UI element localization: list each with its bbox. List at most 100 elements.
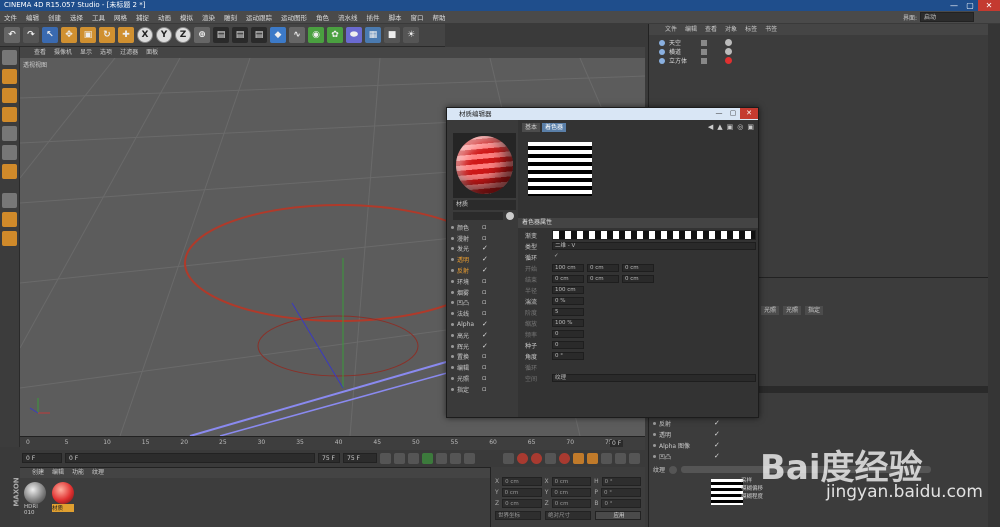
camera-icon[interactable]: ■ — [384, 27, 400, 43]
gradient-editor[interactable] — [552, 230, 756, 240]
rotate-icon[interactable]: ↻ — [99, 27, 115, 43]
channel-checkbox[interactable]: ▫ — [482, 310, 489, 317]
floor-icon[interactable]: ▦ — [365, 27, 381, 43]
prop-value-field[interactable]: 0 — [552, 330, 584, 338]
menu-item-18[interactable]: 帮助 — [433, 12, 446, 22]
menu-item-6[interactable]: 捕捉 — [136, 12, 149, 22]
close-button[interactable]: ✕ — [978, 0, 1000, 11]
prev-key-icon[interactable] — [394, 452, 405, 464]
object-menu-item-0[interactable]: 文件 — [665, 24, 677, 35]
viewport-menu-item-0[interactable]: 查看 — [34, 47, 46, 58]
material-tag-icon[interactable] — [725, 39, 732, 46]
nurbs-icon[interactable]: ◉ — [308, 27, 324, 43]
edges-mode-icon[interactable] — [2, 145, 17, 160]
go-to-end-icon[interactable] — [464, 452, 475, 464]
channel-checkbox[interactable]: ▫ — [482, 223, 489, 231]
record-scale-icon[interactable] — [587, 452, 598, 464]
channel-checkbox[interactable]: ▫ — [482, 288, 489, 296]
channel-item[interactable]: 烟雾 ▫ — [451, 287, 517, 298]
light-icon[interactable]: ☀ — [403, 27, 419, 43]
back-arrow-icon[interactable]: ◀ — [708, 123, 713, 131]
menu-item-13[interactable]: 角色 — [316, 12, 329, 22]
attr-row-checkbox[interactable]: ✓ — [714, 442, 721, 449]
current-frame-field[interactable]: 0 F — [65, 453, 315, 463]
material-menu-item-2[interactable]: 功能 — [72, 468, 84, 478]
timeline-window-icon[interactable] — [629, 452, 640, 464]
maximize-button[interactable]: ▢ — [962, 0, 978, 11]
minimize-button[interactable]: — — [946, 0, 962, 11]
rotation-field[interactable]: 0 ° — [601, 499, 642, 508]
menu-item-15[interactable]: 插件 — [367, 12, 380, 22]
prop-value-field[interactable]: 100 cm — [552, 286, 584, 294]
menu-item-9[interactable]: 渲染 — [202, 12, 215, 22]
position-field[interactable]: 0 cm — [501, 488, 542, 497]
render-settings-icon[interactable]: ▤ — [251, 27, 267, 43]
channel-item[interactable]: 光照 ▫ — [451, 373, 517, 384]
lock-icon[interactable]: ▣ — [727, 123, 734, 131]
texture-mode-icon[interactable] — [2, 88, 17, 103]
attr-row-checkbox[interactable]: ✓ — [714, 431, 721, 438]
channel-item[interactable]: 辉光 ✓ — [451, 341, 517, 352]
rotation-field[interactable]: 0 ° — [601, 477, 641, 486]
object-menu-item-5[interactable]: 书签 — [765, 24, 777, 35]
prop-value-extra[interactable]: 0 cm — [587, 275, 619, 283]
attr-tab-2[interactable]: 指定 — [805, 306, 824, 315]
object-row[interactable]: 天空 — [649, 38, 988, 47]
menu-item-14[interactable]: 流水线 — [338, 12, 358, 22]
dialog-maximize-button[interactable]: ▢ — [726, 108, 740, 119]
snap-icon[interactable] — [2, 212, 17, 227]
points-mode-icon[interactable] — [2, 126, 17, 141]
material-swatch-hdri[interactable]: HDRI 010 — [24, 482, 46, 516]
record-keys-icon[interactable] — [503, 452, 514, 464]
attr-tab-1[interactable]: 光照 — [783, 306, 802, 315]
size-field[interactable]: 0 cm — [551, 477, 592, 486]
channel-item[interactable]: 凹凸 ▫ — [451, 298, 517, 309]
channel-item[interactable]: 环境 ▫ — [451, 276, 517, 287]
polygons-mode-icon[interactable] — [2, 164, 17, 179]
object-menu-item-2[interactable]: 查看 — [705, 24, 717, 35]
material-menu-item-1[interactable]: 编辑 — [52, 468, 64, 478]
menu-item-10[interactable]: 雕刻 — [224, 12, 237, 22]
channel-item[interactable]: 漫射 ▫ — [451, 233, 517, 244]
viewport-menu-item-5[interactable]: 面板 — [146, 47, 158, 58]
viewport-menu-item-2[interactable]: 显示 — [80, 47, 92, 58]
channel-checkbox[interactable]: ✓ — [482, 321, 489, 328]
cube-icon[interactable]: ◆ — [270, 27, 286, 43]
channel-item[interactable]: 编辑 ▫ — [451, 362, 517, 373]
prop-value-field[interactable]: 100 % — [552, 319, 584, 327]
object-row[interactable]: 立方体 — [649, 56, 988, 65]
y-axis-icon[interactable]: Y — [156, 27, 172, 43]
workplane-icon[interactable] — [2, 107, 17, 122]
array-icon[interactable]: ✿ — [327, 27, 343, 43]
attr-tab-0[interactable]: 光照 — [761, 306, 780, 315]
record-pla-icon[interactable] — [615, 452, 626, 464]
next-key-icon[interactable] — [450, 452, 461, 464]
redo-icon[interactable]: ↷ — [23, 27, 39, 43]
menu-item-0[interactable]: 文件 — [4, 12, 17, 22]
texture-dropdown-icon[interactable] — [669, 465, 678, 474]
expand-icon[interactable]: ▣ — [747, 123, 754, 131]
shader-tab-0[interactable]: 基本 — [522, 123, 541, 132]
attr-row-checkbox[interactable]: ✓ — [714, 420, 721, 427]
channel-checkbox[interactable]: ▫ — [482, 353, 489, 360]
menu-item-5[interactable]: 网格 — [114, 12, 127, 22]
channel-item[interactable]: 法线 ▫ — [451, 308, 517, 319]
prop-value-field[interactable]: ✓ — [552, 253, 560, 261]
next-frame-icon[interactable] — [436, 452, 447, 464]
max-frame-field[interactable]: 75 F — [343, 453, 377, 463]
z-axis-icon[interactable]: Z — [175, 27, 191, 43]
play-icon[interactable] — [422, 452, 433, 464]
object-menu-item-1[interactable]: 编辑 — [685, 24, 697, 35]
channel-checkbox[interactable]: ▫ — [482, 364, 489, 371]
prop-value-field[interactable]: 二维 - V — [552, 242, 756, 250]
ring-object-small[interactable] — [257, 315, 419, 377]
record-param-icon[interactable] — [601, 452, 612, 464]
prop-value-field[interactable]: 0 % — [552, 297, 584, 305]
channel-item[interactable]: Alpha ✓ — [451, 319, 517, 330]
visibility-icon[interactable] — [701, 57, 707, 64]
render-picture-viewer-icon[interactable]: ▤ — [232, 27, 248, 43]
channel-item[interactable]: 颜色 ▫ — [451, 222, 517, 233]
record-rotation-icon[interactable] — [573, 452, 584, 464]
object-menu-item-3[interactable]: 对象 — [725, 24, 737, 35]
menu-item-1[interactable]: 编辑 — [26, 12, 39, 22]
